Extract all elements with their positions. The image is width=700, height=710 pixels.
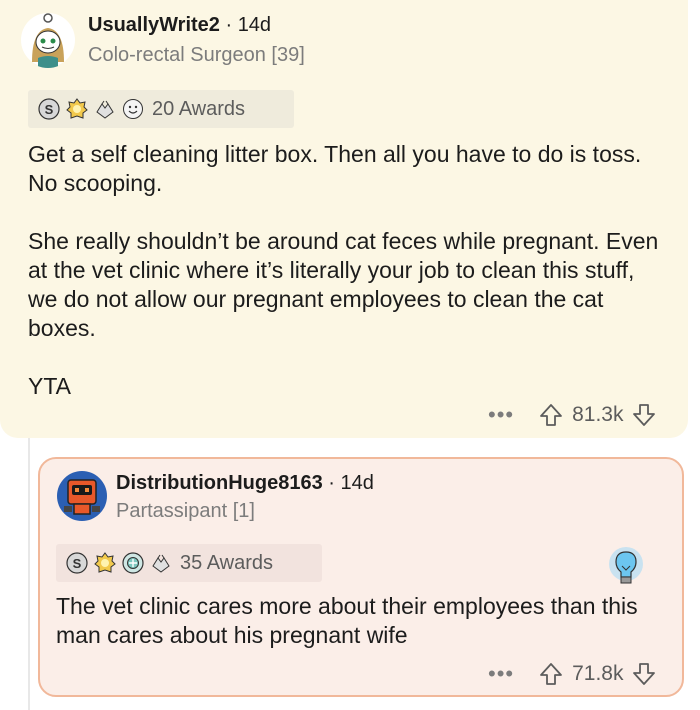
platinum-award-icon [122, 552, 144, 574]
upvote-icon[interactable] [538, 402, 564, 428]
thread-line[interactable] [28, 438, 30, 710]
downvote-icon[interactable] [631, 661, 657, 687]
hands-award-icon [96, 100, 114, 119]
more-options-icon[interactable]: ••• [488, 404, 514, 426]
comment-body: The vet clinic cares more about their em… [56, 592, 676, 650]
awards-bar[interactable]: S 20 Awards [28, 90, 294, 128]
svg-text:S: S [73, 556, 82, 571]
user-flair: Partassipant [1] [116, 500, 255, 522]
username-link[interactable]: DistributionHuge8163 [116, 472, 323, 494]
silver-award-icon: S [66, 552, 88, 574]
hands-award-icon [152, 554, 170, 573]
separator-dot: · [225, 14, 238, 36]
vote-score: 81.3k [572, 403, 624, 426]
comment-header: DistributionHuge8163 · 14d [116, 472, 374, 495]
awards-count: 35 Awards [180, 551, 274, 574]
gold-award-icon [94, 552, 116, 573]
comment-age: 14d [340, 472, 374, 494]
awards-count: 20 Awards [152, 97, 246, 120]
gold-award-icon [66, 98, 88, 119]
user-avatar[interactable] [56, 470, 108, 522]
separator-dot: · [328, 472, 341, 494]
username-link[interactable]: UsuallyWrite2 [88, 14, 220, 36]
comment-age: 14d [237, 14, 272, 36]
vote-score: 71.8k [572, 662, 624, 685]
user-flair: Colo-rectal Surgeon [39] [88, 44, 305, 66]
more-options-icon[interactable]: ••• [488, 663, 514, 685]
silver-award-icon: S [38, 98, 60, 120]
comment-paragraph: The vet clinic cares more about their em… [56, 593, 638, 648]
upvote-icon[interactable] [538, 661, 564, 687]
comment-body: Get a self cleaning litter box. Then all… [28, 140, 668, 401]
svg-text:S: S [45, 102, 54, 117]
downvote-icon[interactable] [631, 402, 657, 428]
comment-actions: ••• 81.3k [488, 402, 657, 428]
helpful-award-icon [609, 547, 643, 584]
comment-paragraph: Get a self cleaning litter box. Then all… [28, 141, 642, 196]
comment-paragraph: YTA [28, 373, 72, 399]
awards-bar[interactable]: S 35 Awards [56, 544, 322, 582]
user-avatar[interactable] [20, 12, 76, 68]
comment-header: UsuallyWrite2 · 14d [88, 14, 271, 37]
comment-paragraph: She really shouldn’t be around cat feces… [28, 228, 659, 341]
comment-actions: ••• 71.8k [488, 661, 657, 687]
smile-award-icon [123, 99, 143, 119]
